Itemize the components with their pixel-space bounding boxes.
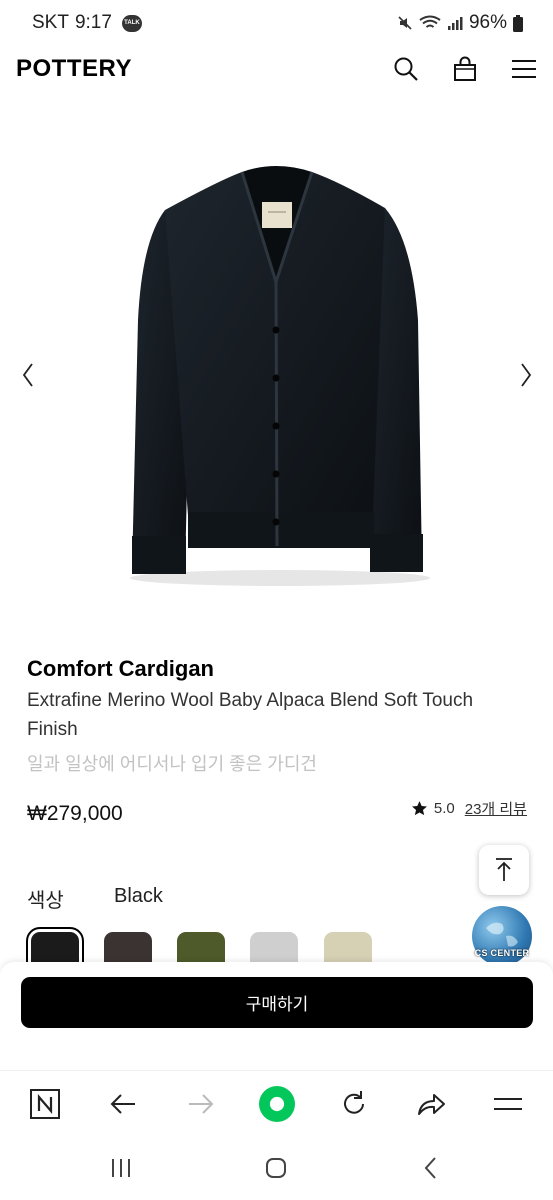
app-header: POTTERY (0, 50, 553, 90)
back-arrow-icon[interactable] (105, 1086, 141, 1122)
recent-apps-icon[interactable] (107, 1154, 135, 1182)
product-name: Comfort Cardigan (27, 656, 214, 681)
cs-center-label: CS CENTER (474, 948, 530, 958)
buy-button[interactable]: 구매하기 (21, 977, 533, 1028)
naver-n-icon[interactable] (27, 1086, 63, 1122)
selected-color-value: Black (114, 885, 163, 907)
battery-percent: 96% (468, 12, 507, 33)
browser-menu-icon[interactable] (490, 1086, 526, 1122)
product-image-gallery[interactable] (0, 100, 553, 640)
status-right: 96% (397, 12, 523, 34)
product-price: ₩279,000 (27, 802, 123, 825)
back-icon[interactable] (417, 1154, 445, 1182)
talk-badge: TALK (121, 14, 142, 32)
gallery-prev-chevron-left-icon[interactable] (16, 358, 40, 392)
star-icon (411, 801, 427, 816)
status-left: SKT 9:17 TALK (32, 12, 142, 34)
color-label: 색상 (27, 890, 64, 912)
carrier: SKT (32, 12, 69, 33)
menu-icon[interactable] (509, 54, 539, 84)
home-green-icon[interactable] (259, 1086, 295, 1122)
share-icon[interactable] (413, 1086, 449, 1122)
product-description: Extrafine Merino Wool Baby Alpaca Blend … (27, 690, 474, 740)
status-bar: SKT 9:17 TALK 96% (0, 0, 553, 50)
product-image (130, 166, 430, 586)
scroll-to-top-button[interactable] (479, 845, 529, 895)
signal-icon (447, 17, 463, 30)
rating-summary: 5.0 23개 리뷰 (411, 798, 527, 819)
gallery-next-chevron-right-icon[interactable] (514, 358, 538, 392)
home-icon[interactable] (262, 1154, 290, 1182)
mute-icon (398, 16, 412, 30)
browser-toolbar (0, 1070, 553, 1136)
forward-arrow-icon[interactable] (183, 1086, 219, 1122)
refresh-icon[interactable] (336, 1086, 372, 1122)
rating-value: 5.0 (433, 800, 455, 817)
clock: 9:17 (74, 12, 112, 33)
search-icon[interactable] (391, 54, 421, 84)
cs-center-badge[interactable]: CS CENTER (472, 906, 532, 966)
wifi-icon (419, 15, 441, 28)
brand-logo[interactable]: POTTERY (16, 55, 132, 83)
review-count-link[interactable]: 23개 리뷰 (465, 798, 527, 819)
buy-bottom-sheet: 구매하기 (0, 962, 553, 1070)
system-navigation-bar (0, 1136, 553, 1200)
shopping-bag-icon[interactable] (450, 54, 480, 84)
arrow-up-to-top-icon (496, 858, 512, 881)
battery-icon (513, 14, 523, 32)
product-subtitle: 일과 일상에 어디서나 입기 좋은 가디건 (27, 754, 317, 774)
